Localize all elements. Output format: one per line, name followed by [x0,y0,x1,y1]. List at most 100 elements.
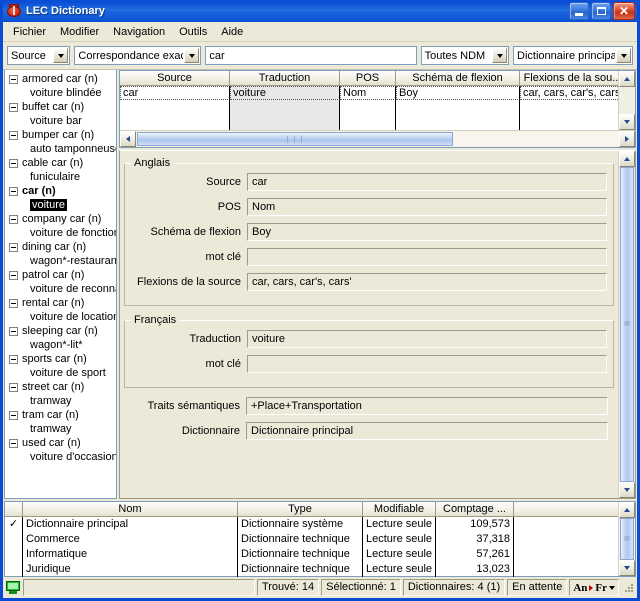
table-row[interactable]: Juridique Dictionnaire technique Lecture s… [5,562,618,577]
menu-item-fichier[interactable]: Fichier [6,24,53,40]
collapse-toggle-icon[interactable] [9,74,18,84]
collapse-toggle-icon[interactable] [9,242,18,252]
collapse-toggle-icon[interactable] [9,158,18,168]
results-grid-hscrollbar[interactable]: ❘❘❘ [120,130,635,147]
tree-parent-node[interactable]: tram car (n) [5,408,116,422]
tree-child-node[interactable]: voiture de reconnais [5,282,116,296]
search-input[interactable]: car [205,46,417,65]
field-input[interactable]: voiture [247,329,607,348]
collapse-toggle-icon[interactable] [9,186,18,196]
tree-child-node[interactable]: auto tamponneuse [5,142,116,156]
chevron-down-icon[interactable] [53,48,69,63]
menu-item-modifier[interactable]: Modifier [53,24,106,40]
results-grid-vscrollbar[interactable] [618,71,635,130]
minimize-button[interactable] [569,2,589,20]
collapse-toggle-icon[interactable] [9,382,18,392]
tree-child-node[interactable]: voiture de fonction [5,226,116,240]
scope-select[interactable]: Toutes NDM [420,46,509,65]
tree-parent-node[interactable]: patrol car (n) [5,268,116,282]
close-icon[interactable]: ✕ [613,2,635,20]
tree-child-node[interactable]: voiture de location [5,310,116,324]
tree-child-node[interactable]: voiture blindée [5,86,116,100]
column-header-check[interactable] [5,502,23,517]
tree-child-node[interactable]: voiture [5,198,116,212]
tree-child-node[interactable]: tramway [5,422,116,436]
tree-child-node[interactable]: wagon*-lit* [5,338,116,352]
menu-item-navigation[interactable]: Navigation [106,24,172,40]
collapse-toggle-icon[interactable] [9,354,18,364]
tree-child-node[interactable]: funiculaire [5,170,116,184]
dictionaries-vscrollbar[interactable]: ▤ [618,502,635,576]
table-row[interactable]: ✓ Dictionnaire principal Dictionnaire syst… [5,517,618,532]
chevron-down-icon[interactable] [184,48,200,63]
tree-child-node[interactable]: voiture de sport [5,366,116,380]
tree-parent-node[interactable]: cable car (n) [5,156,116,170]
column-header-source[interactable]: Source [120,71,230,86]
menu-item-aide[interactable]: Aide [214,24,250,40]
collapse-toggle-icon[interactable] [9,270,18,280]
field-input[interactable]: Dictionnaire principal [246,421,608,440]
collapse-toggle-icon[interactable] [9,130,18,140]
tree-parent-node[interactable]: dining car (n) [5,240,116,254]
resize-grip-icon[interactable] [623,582,635,594]
language-direction-select[interactable]: An Fr [569,579,619,596]
table-row[interactable]: car voiture Nom Boy car, cars, car's, ca… [120,86,626,100]
column-header-type[interactable]: Type [238,502,363,517]
column-header-nom[interactable]: Nom [23,502,238,517]
collapse-toggle-icon[interactable] [9,410,18,420]
tree-child-node[interactable]: wagon*-restaurant* [5,254,116,268]
scroll-left-icon[interactable] [120,131,136,147]
table-row[interactable]: Commerce Dictionnaire technique Lecture se… [5,532,618,547]
field-input[interactable] [247,354,607,373]
tree-parent-node[interactable]: sports car (n) [5,352,116,366]
tree-parent-node[interactable]: car (n) [5,184,116,198]
column-header-modifiable[interactable]: Modifiable [363,502,436,517]
scroll-up-icon[interactable] [619,502,635,518]
scroll-down-icon[interactable] [619,114,635,130]
chevron-down-icon[interactable] [616,48,631,63]
tree-child-node[interactable]: voiture d'occasion [5,450,116,464]
tree-child-node[interactable]: voiture bar [5,114,116,128]
match-mode-select[interactable]: Correspondance exac [74,46,202,65]
entry-tree[interactable]: armored car (n) voiture blindée buffet car… [4,70,117,499]
scroll-up-icon[interactable] [619,71,635,87]
tree-parent-node[interactable]: armored car (n) [5,72,116,86]
scroll-down-icon[interactable] [619,560,635,576]
tree-parent-node[interactable]: street car (n) [5,380,116,394]
tree-parent-node[interactable]: rental car (n) [5,296,116,310]
scroll-up-icon[interactable] [619,151,635,167]
column-header-schema[interactable]: Schéma de flexion [396,71,520,86]
collapse-toggle-icon[interactable] [9,102,18,112]
maximize-button[interactable] [591,2,611,20]
column-header-pos[interactable]: POS [340,71,396,86]
scroll-right-icon[interactable] [619,131,635,147]
tree-parent-node[interactable]: sleeping car (n) [5,324,116,338]
collapse-toggle-icon[interactable] [9,438,18,448]
column-header-blank[interactable] [514,502,618,517]
form-vscrollbar[interactable]: ▤ [618,151,635,498]
field-input[interactable]: Nom [247,197,607,216]
vscroll-thumb[interactable]: ▤ [620,167,634,482]
scroll-down-icon[interactable] [619,482,635,498]
tree-parent-node[interactable]: buffet car (n) [5,100,116,114]
tree-parent-node[interactable]: company car (n) [5,212,116,226]
tree-parent-node[interactable]: bumper car (n) [5,128,116,142]
collapse-toggle-icon[interactable] [9,214,18,224]
field-input[interactable] [247,247,607,266]
tree-parent-node[interactable]: used car (n) [5,436,116,450]
column-header-flexions[interactable]: Flexions de la sou... [520,71,626,86]
menu-item-outils[interactable]: Outils [172,24,214,40]
vscroll-thumb[interactable]: ▤ [620,518,634,560]
hscroll-track[interactable] [454,132,619,146]
field-input[interactable]: +Place+Transportation [246,396,608,415]
chevron-down-icon[interactable] [609,585,615,590]
dictionary-select[interactable]: Dictionnaire principal [513,46,633,65]
field-select[interactable]: Source [7,46,71,65]
collapse-toggle-icon[interactable] [9,326,18,336]
column-header-traduction[interactable]: Traduction [230,71,340,86]
field-input[interactable]: car, cars, car's, cars' [247,272,607,291]
column-header-comptage[interactable]: Comptage ... [436,502,514,517]
tree-child-node[interactable]: tramway [5,394,116,408]
collapse-toggle-icon[interactable] [9,298,18,308]
field-input[interactable]: Boy [247,222,607,241]
